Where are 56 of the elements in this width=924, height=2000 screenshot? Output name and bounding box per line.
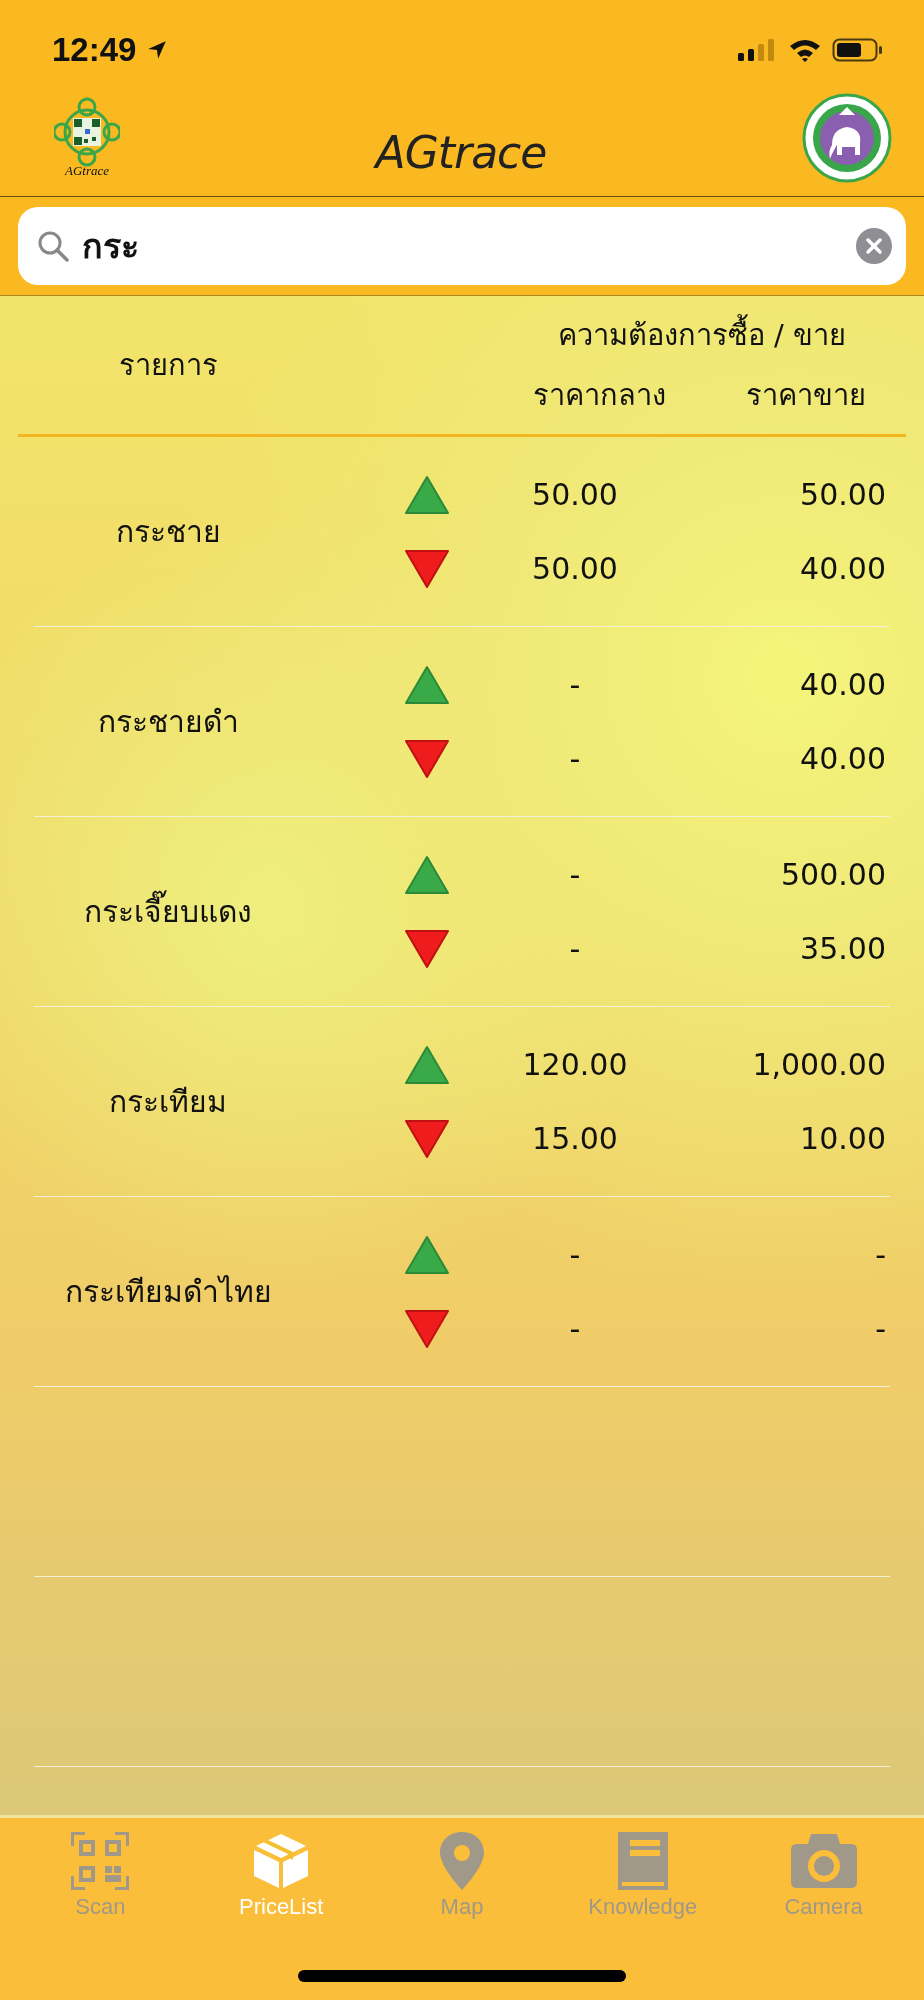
tab[interactable]: Map xyxy=(377,1830,547,1920)
product-name: กระชาย xyxy=(114,513,222,551)
up-triangle-icon xyxy=(404,664,450,705)
column-header: ราคากลาง xyxy=(533,377,666,414)
column-header: ราคาขาย xyxy=(746,377,866,414)
wifi-icon xyxy=(788,37,822,63)
table-cell-text: 15.00 xyxy=(531,1121,619,1156)
table-cell-text: 1,000.00 xyxy=(751,1047,887,1082)
tab[interactable]: PriceList xyxy=(196,1830,367,1920)
tab[interactable]: Knowledge xyxy=(557,1830,728,1920)
product-name: กระชายดำ xyxy=(96,703,240,741)
tab[interactable]: Camera xyxy=(738,1830,909,1920)
product-name: กระเจี๊ยบแดง xyxy=(18,888,318,935)
location-arrow-icon xyxy=(146,39,169,61)
up-triangle-icon xyxy=(404,854,450,895)
product-name: กระเทียม xyxy=(108,1083,228,1121)
logo-caption: AGtrace xyxy=(64,163,109,179)
column-header: รายการ xyxy=(117,347,219,384)
up-triangle-icon xyxy=(404,1234,450,1275)
down-triangle-icon xyxy=(404,1308,450,1349)
tab[interactable]: Scan xyxy=(15,1830,186,1920)
column-group-header: ความต้องการซื้อ / ขาย xyxy=(557,312,846,358)
down-triangle-icon xyxy=(404,1118,450,1159)
down-triangle-icon xyxy=(404,548,450,589)
up-triangle-icon xyxy=(404,474,450,515)
up-triangle-icon xyxy=(404,1044,450,1085)
table-cell-text: 50.00 xyxy=(531,477,619,512)
university-seal-icon xyxy=(802,93,892,183)
table-cell-text: - xyxy=(568,1237,582,1272)
table-cell-text: - xyxy=(568,1311,582,1346)
table-cell-text: - xyxy=(874,1311,887,1346)
search-field[interactable]: กระ xyxy=(18,207,906,285)
battery-icon xyxy=(832,37,884,63)
qr-code-icon xyxy=(69,1830,132,1892)
product-name: กระเทียมดำไทย xyxy=(63,1273,273,1311)
table-cell-text: - xyxy=(874,1237,887,1272)
status-time: 12:49 xyxy=(52,31,137,69)
clear-icon[interactable] xyxy=(856,228,892,264)
down-triangle-icon xyxy=(404,738,450,779)
down-triangle-icon xyxy=(404,928,450,969)
table-cell-text: 40.00 xyxy=(799,741,887,776)
search-icon xyxy=(36,229,70,263)
lotus-qr-logo-icon xyxy=(54,97,120,167)
table-cell-text: - xyxy=(568,667,582,702)
table-cell-text: 40.00 xyxy=(799,551,887,586)
table-cell-text: - xyxy=(568,931,582,966)
table-cell-text: 40.00 xyxy=(799,667,887,702)
table-cell-text: 35.00 xyxy=(799,931,887,966)
table-cell-text: - xyxy=(568,741,582,776)
table-cell-text: 10.00 xyxy=(799,1121,887,1156)
table-cell-text: 500.00 xyxy=(780,857,887,892)
table-cell-text: - xyxy=(568,857,582,892)
app-title: AGtrace xyxy=(375,126,547,178)
table-cell-text: 50.00 xyxy=(799,477,887,512)
table-cell-text: 50.00 xyxy=(531,551,619,586)
table-cell-text: 120.00 xyxy=(521,1047,629,1082)
